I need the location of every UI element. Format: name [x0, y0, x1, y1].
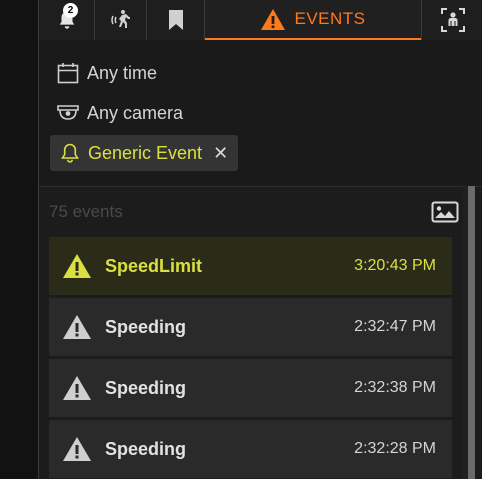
tab-events[interactable]: EVENTS — [205, 0, 421, 40]
event-row[interactable]: Speeding 2:32:28 PM — [49, 420, 452, 478]
event-name: Speeding — [105, 377, 187, 398]
tab-bookmarks[interactable] — [147, 0, 205, 40]
tab-motion[interactable] — [95, 0, 147, 40]
camera-filter[interactable]: Any camera — [57, 98, 183, 128]
event-time: 2:32:47 PM — [354, 318, 436, 335]
warning-icon — [63, 315, 91, 339]
event-time: 3:20:43 PM — [354, 257, 436, 274]
close-icon[interactable]: ✕ — [213, 144, 228, 162]
time-filter[interactable]: Any time — [57, 58, 157, 88]
event-row[interactable]: SpeedLimit 3:20:43 PM — [49, 237, 452, 295]
time-filter-label: Any time — [87, 62, 158, 83]
walking-person-icon — [110, 10, 130, 28]
events-header: 75 events — [49, 196, 459, 228]
tab-people[interactable] — [421, 0, 482, 40]
camera-filter-label: Any camera — [87, 102, 184, 123]
events-count: 75 events — [49, 202, 123, 221]
event-time: 2:32:28 PM — [354, 440, 436, 457]
person-frame-icon — [440, 8, 465, 32]
bookmark-icon — [168, 10, 183, 30]
tab-bar: 2 EVENTS — [39, 0, 482, 40]
event-type-filter-chip[interactable]: Generic Event ✕ — [50, 135, 239, 171]
event-type-filter-label: Generic Event — [88, 142, 203, 163]
warning-icon — [261, 8, 286, 30]
warning-icon — [63, 376, 91, 400]
event-name: Speeding — [105, 438, 187, 459]
filter-section: Any time Any camera Generic Event ✕ — [39, 40, 482, 187]
event-row[interactable]: Speeding 2:32:47 PM — [49, 298, 452, 356]
events-panel: 2 EVENTS Any time Any camera Generic Eve… — [38, 0, 482, 479]
tab-notifications[interactable]: 2 — [39, 0, 95, 40]
event-row[interactable]: Speeding 2:32:38 PM — [49, 359, 452, 417]
bell-icon — [61, 143, 79, 163]
warning-icon — [63, 437, 91, 461]
event-name: SpeedLimit — [105, 255, 203, 276]
camera-icon — [57, 105, 79, 120]
scrollbar-thumb[interactable] — [468, 186, 475, 479]
calendar-icon — [57, 63, 79, 84]
warning-icon — [63, 254, 91, 278]
event-time: 2:32:38 PM — [354, 379, 436, 396]
event-name: Speeding — [105, 316, 187, 337]
image-icon[interactable] — [431, 201, 459, 223]
notification-badge: 2 — [63, 3, 78, 18]
tab-events-label: EVENTS — [294, 9, 366, 28]
